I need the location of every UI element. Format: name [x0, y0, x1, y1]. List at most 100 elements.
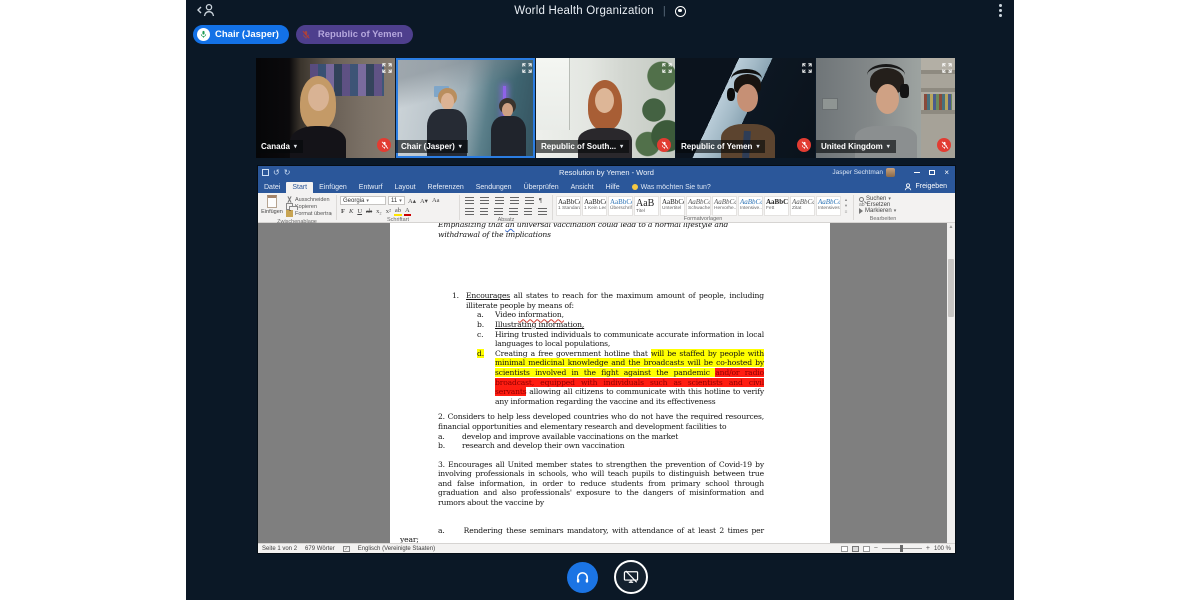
style-chip[interactable]: AaBbCcDcFett: [764, 196, 789, 216]
bold-button[interactable]: F: [340, 208, 346, 215]
ribbon-tab-ansicht[interactable]: Ansicht: [565, 182, 600, 194]
page-count[interactable]: Seite 1 von 2: [262, 546, 297, 552]
grow-font-button[interactable]: A▴: [407, 197, 417, 205]
video-tile[interactable]: Canada▾: [256, 58, 395, 158]
styles-gallery-scroll[interactable]: ▴▾≡: [842, 195, 850, 216]
paste-button[interactable]: Einfügen: [261, 195, 283, 219]
style-chip[interactable]: AaBbCcDcIntensive...: [738, 196, 763, 216]
zoom-in-button[interactable]: +: [926, 545, 930, 552]
bullet-list-icon[interactable]: [465, 197, 474, 199]
web-layout-icon[interactable]: [863, 546, 870, 552]
print-layout-icon[interactable]: [852, 546, 859, 552]
ribbon-tab-einfügen[interactable]: Einfügen: [313, 182, 353, 194]
select-arrow-icon: [859, 208, 863, 214]
expand-tile-icon[interactable]: [802, 61, 812, 76]
chair-badge[interactable]: Chair (Jasper): [193, 25, 289, 44]
align-right-icon[interactable]: [494, 208, 503, 210]
ribbon-tab-hilfe[interactable]: Hilfe: [600, 182, 626, 194]
ribbon-tab-start[interactable]: Start: [286, 182, 313, 194]
subscript-button[interactable]: x₂: [375, 208, 383, 215]
video-tile[interactable]: Republic of South...▾: [536, 58, 675, 158]
style-chip[interactable]: AaBbCcÜberschrif...: [608, 196, 633, 216]
expand-tile-icon[interactable]: [662, 61, 672, 76]
expand-tile-icon[interactable]: [382, 61, 392, 76]
borders-icon[interactable]: [538, 208, 547, 210]
doc-paragraph: b.Illustrating information,: [495, 320, 764, 330]
share-button[interactable]: Freigeben: [896, 183, 955, 194]
style-chip[interactable]: AaBbCcDcIntensives...: [816, 196, 841, 216]
tile-name-menu[interactable]: Republic of South...▾: [536, 140, 629, 153]
italic-button[interactable]: K: [348, 208, 354, 215]
expand-tile-icon[interactable]: [942, 61, 952, 76]
tile-name-menu[interactable]: United Kingdom▾: [816, 140, 896, 153]
word-count[interactable]: 679 Wörter: [305, 546, 335, 552]
document-page[interactable]: Emphasizing that an universal vaccinatio…: [390, 223, 830, 543]
style-chip[interactable]: AaBbCcDcHervorhe...: [712, 196, 737, 216]
change-case-button[interactable]: Aa: [431, 197, 441, 204]
align-left-icon[interactable]: [465, 208, 474, 210]
justify-icon[interactable]: [509, 208, 518, 210]
screenshare-toggle-button[interactable]: [614, 560, 648, 594]
shrink-font-button[interactable]: A▾: [419, 197, 429, 205]
language-status[interactable]: Englisch (Vereinigte Staaten): [358, 546, 435, 552]
font-size-select[interactable]: 11▾: [388, 196, 405, 205]
pilcrow-button[interactable]: ¶: [538, 197, 543, 204]
cut-label: Ausschneiden: [295, 197, 330, 203]
style-chip[interactable]: AaBTitel: [634, 196, 659, 216]
tile-name-menu[interactable]: Canada▾: [256, 140, 303, 153]
close-icon[interactable]: ×: [944, 169, 949, 177]
style-chip[interactable]: AaBbCcDUntertitel: [660, 196, 685, 216]
zoom-slider-thumb[interactable]: [900, 545, 903, 552]
format-painter-button[interactable]: Format übertragen: [286, 210, 332, 217]
delegation-badge[interactable]: Republic of Yemen: [296, 25, 413, 44]
ribbon-tab-entwurf[interactable]: Entwurf: [353, 182, 389, 194]
tile-name-menu[interactable]: Republic of Yemen▾: [676, 140, 765, 153]
line-spacing-icon[interactable]: [524, 208, 533, 210]
numbered-list-icon[interactable]: [480, 197, 489, 199]
underline-button[interactable]: U: [356, 208, 363, 215]
highlight-color-button[interactable]: ab: [394, 207, 402, 216]
video-tile[interactable]: Republic of Yemen▾: [676, 58, 815, 158]
proofing-status-icon[interactable]: ✓: [343, 546, 350, 552]
tile-name-menu[interactable]: Chair (Jasper)▾: [396, 140, 468, 153]
restore-icon[interactable]: [929, 170, 935, 175]
ribbon-tab-sendungen[interactable]: Sendungen: [470, 182, 518, 194]
style-chip[interactable]: AaBbCcDcSchwache...: [686, 196, 711, 216]
copy-button[interactable]: Kopieren: [286, 203, 332, 210]
read-mode-icon[interactable]: [841, 546, 848, 552]
scrollbar-thumb[interactable]: [948, 259, 954, 317]
audio-settings-button[interactable]: [567, 562, 598, 593]
zoom-out-button[interactable]: −: [874, 545, 878, 552]
vertical-scrollbar[interactable]: ▲: [947, 223, 955, 543]
ribbon-tab-layout[interactable]: Layout: [389, 182, 422, 194]
style-sample: AaBbCc: [610, 198, 633, 206]
decrease-indent-icon[interactable]: [510, 197, 519, 199]
align-center-icon[interactable]: [480, 208, 489, 210]
ribbon-tab-referenzen[interactable]: Referenzen: [422, 182, 470, 194]
expand-tile-icon[interactable]: [522, 61, 532, 76]
video-tile[interactable]: United Kingdom▾: [816, 58, 955, 158]
cut-button[interactable]: Ausschneiden: [286, 196, 332, 203]
style-chip[interactable]: AaBbCcDc1 Standard: [556, 196, 581, 216]
multilevel-list-icon[interactable]: [495, 197, 504, 199]
kebab-menu-icon[interactable]: [999, 4, 1002, 17]
strikethrough-button[interactable]: ab: [365, 208, 373, 215]
ribbon-tab-datei[interactable]: Datei: [258, 182, 286, 194]
ribbon-tab-überprüfen[interactable]: Überprüfen: [518, 182, 565, 194]
zoom-slider[interactable]: [882, 548, 922, 549]
increase-indent-icon[interactable]: [525, 197, 534, 199]
select-button[interactable]: Markieren▾: [859, 208, 907, 214]
signed-in-user[interactable]: Jasper Sechtman: [832, 166, 895, 179]
font-color-button[interactable]: A: [404, 207, 411, 216]
superscript-button[interactable]: x²: [385, 208, 392, 215]
tell-me-box[interactable]: Was möchten Sie tun?: [626, 184, 717, 194]
doc-text-run: Creating a free government hotline that: [495, 349, 651, 358]
style-chip[interactable]: AaBbCcDcZitat: [790, 196, 815, 216]
style-chip[interactable]: AaBbCcDc1 Kein Lee...: [582, 196, 607, 216]
minimize-icon[interactable]: [914, 172, 920, 173]
undo-icon[interactable]: ↺: [273, 169, 280, 176]
font-family-select[interactable]: Georgia▾: [340, 196, 386, 205]
video-tile[interactable]: Chair (Jasper)▾: [396, 58, 535, 158]
redo-icon[interactable]: ↻: [284, 169, 291, 176]
save-icon[interactable]: [262, 169, 269, 176]
